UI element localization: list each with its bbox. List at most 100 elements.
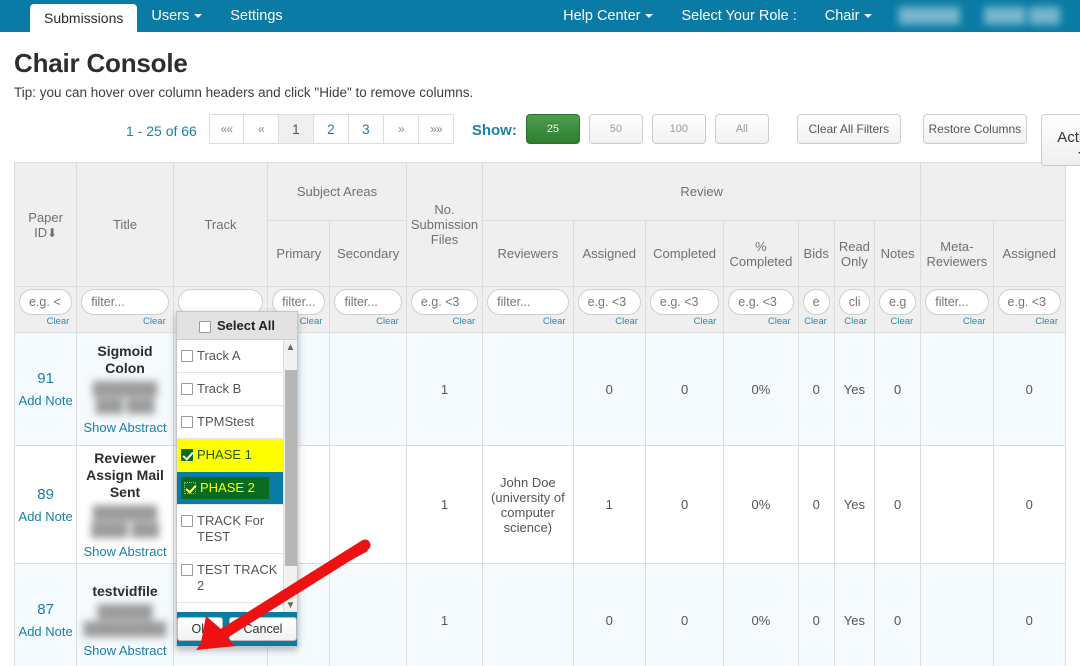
track-option-tpmstest[interactable]: TPMStest bbox=[177, 406, 283, 439]
col-completed[interactable]: Completed bbox=[644, 220, 725, 287]
track-option-test-track-2[interactable]: TEST TRACK 2 bbox=[177, 554, 283, 603]
checkbox-icon[interactable] bbox=[181, 416, 193, 428]
pager-next[interactable]: » bbox=[383, 114, 419, 144]
actions-button[interactable]: Actions bbox=[1040, 114, 1080, 166]
col-bids[interactable]: Bids bbox=[797, 220, 835, 287]
cell-notes[interactable]: 0 bbox=[873, 563, 922, 666]
cell-no-files[interactable]: 1 bbox=[405, 332, 484, 446]
cell-meta-assigned[interactable]: 0 bbox=[992, 445, 1067, 564]
scroll-down-arrow-icon[interactable]: ▼ bbox=[284, 598, 297, 612]
col-meta-reviewers[interactable]: Meta-Reviewers bbox=[920, 220, 994, 287]
table-row[interactable]: 87 Add Note testvidfile ██████ █████████… bbox=[13, 563, 1067, 666]
pager-last[interactable]: »» bbox=[418, 114, 454, 144]
nav-redacted-item-1[interactable]: ██████ bbox=[886, 0, 972, 32]
col-primary[interactable]: Primary bbox=[267, 220, 331, 287]
table-row[interactable]: 89 Add Note Reviewer Assign Mail Sent ██… bbox=[13, 445, 1067, 564]
col-group-subject-areas[interactable]: Subject Areas bbox=[267, 162, 407, 221]
page-size-100[interactable]: 100 bbox=[651, 114, 706, 144]
col-group-review[interactable]: Review bbox=[482, 162, 922, 221]
filter-clear-reviewers[interactable]: Clear bbox=[487, 316, 568, 327]
cell-meta-assigned[interactable]: 0 bbox=[992, 563, 1067, 666]
cell-no-files[interactable]: 1 bbox=[405, 445, 484, 564]
filter-clear-meta-assigned[interactable]: Clear bbox=[998, 316, 1061, 327]
select-all-row[interactable]: Select All bbox=[177, 312, 297, 340]
col-title[interactable]: Title bbox=[76, 162, 174, 287]
pager-prev[interactable]: « bbox=[243, 114, 279, 144]
filter-input-meta-assigned[interactable] bbox=[997, 289, 1061, 315]
filter-input-notes[interactable] bbox=[878, 289, 917, 315]
cell-notes[interactable]: 0 bbox=[873, 332, 922, 446]
filter-clear-assigned[interactable]: Clear bbox=[578, 316, 641, 327]
cell-read-only[interactable]: Yes bbox=[833, 563, 875, 666]
add-note-link[interactable]: Add Note bbox=[18, 624, 73, 639]
track-option-track-a[interactable]: Track A bbox=[177, 340, 283, 373]
col-paper-id[interactable]: Paper ID⬇ bbox=[13, 162, 78, 287]
col-notes[interactable]: Notes bbox=[873, 220, 922, 287]
pager-first[interactable]: «« bbox=[208, 114, 244, 144]
filter-input-reviewers[interactable] bbox=[487, 289, 569, 315]
nav-help-center[interactable]: Help Center bbox=[549, 0, 667, 32]
filter-input-assigned[interactable] bbox=[577, 289, 641, 315]
page-size-all[interactable]: All bbox=[714, 114, 769, 144]
page-size-50[interactable]: 50 bbox=[588, 114, 643, 144]
cell-read-only[interactable]: Yes bbox=[833, 445, 875, 564]
show-abstract-link[interactable]: Show Abstract bbox=[80, 420, 169, 435]
ok-button[interactable]: Ok bbox=[176, 617, 223, 641]
filter-clear-paper-id[interactable]: Clear bbox=[19, 316, 72, 327]
checkbox-checked-icon[interactable] bbox=[181, 449, 193, 461]
filter-input-title[interactable] bbox=[81, 289, 169, 315]
pager-page-2[interactable]: 2 bbox=[313, 114, 349, 144]
track-option-track-for-test[interactable]: TRACK For TEST bbox=[177, 505, 283, 554]
cell-notes[interactable]: 0 bbox=[873, 445, 922, 564]
cell-assigned[interactable]: 1 bbox=[572, 445, 646, 564]
add-note-link[interactable]: Add Note bbox=[18, 509, 73, 524]
nav-tab-settings[interactable]: Settings bbox=[216, 0, 296, 32]
cancel-button[interactable]: Cancel bbox=[228, 617, 298, 641]
track-option-phase-3[interactable]: Phase 3 bbox=[177, 603, 283, 612]
cell-assigned[interactable]: 0 bbox=[572, 332, 646, 446]
cell-no-files[interactable]: 1 bbox=[405, 563, 484, 666]
filter-clear-read-only[interactable]: Clear bbox=[839, 316, 870, 327]
table-row[interactable]: 91 Add Note Sigmoid Colon ███████ ███ ██… bbox=[13, 332, 1067, 446]
checkbox-icon[interactable] bbox=[181, 350, 193, 362]
submission-title[interactable]: Sigmoid Colon bbox=[80, 343, 169, 377]
filter-input-bids[interactable] bbox=[802, 289, 830, 315]
add-note-link[interactable]: Add Note bbox=[18, 393, 73, 408]
scrollbar-thumb[interactable] bbox=[285, 370, 297, 566]
col-pct-completed[interactable]: % Completed bbox=[723, 220, 799, 287]
checkbox-checked-icon[interactable] bbox=[184, 482, 196, 494]
col-meta-assigned[interactable]: Assigned bbox=[992, 220, 1067, 287]
checkbox-icon[interactable] bbox=[181, 515, 193, 527]
track-option-phase-1[interactable]: PHASE 1 bbox=[177, 439, 283, 472]
filter-clear-title[interactable]: Clear bbox=[81, 316, 168, 327]
track-option-phase-2[interactable]: PHASE 2 bbox=[177, 472, 283, 505]
select-all-checkbox[interactable] bbox=[198, 320, 211, 333]
filter-clear-pct-completed[interactable]: Clear bbox=[728, 316, 793, 327]
col-secondary[interactable]: Secondary bbox=[329, 220, 407, 287]
clear-all-filters-button[interactable]: Clear All Filters bbox=[796, 114, 901, 144]
col-group-meta[interactable] bbox=[920, 162, 1066, 221]
col-read-only[interactable]: Read Only bbox=[833, 220, 875, 287]
filter-clear-completed[interactable]: Clear bbox=[650, 316, 719, 327]
cell-meta-assigned[interactable]: 0 bbox=[992, 332, 1067, 446]
col-track[interactable]: Track bbox=[172, 162, 269, 287]
filter-clear-no-files[interactable]: Clear bbox=[411, 316, 478, 327]
filter-clear-notes[interactable]: Clear bbox=[879, 316, 916, 327]
pager-page-1[interactable]: 1 bbox=[278, 114, 314, 144]
paper-id-link[interactable]: 87 bbox=[18, 601, 73, 618]
col-no-submission-files[interactable]: No. Submission Files bbox=[405, 162, 484, 287]
filter-input-paper-id[interactable] bbox=[19, 289, 73, 315]
checkbox-icon[interactable] bbox=[181, 564, 193, 576]
page-size-25[interactable]: 25 bbox=[525, 114, 580, 144]
checkbox-icon[interactable] bbox=[181, 383, 193, 395]
submission-title[interactable]: testvidfile bbox=[80, 583, 169, 600]
dropdown-scrollbar[interactable]: ▲ ▼ bbox=[283, 340, 297, 612]
filter-clear-meta-reviewers[interactable]: Clear bbox=[925, 316, 988, 327]
filter-input-pct-completed[interactable] bbox=[728, 289, 794, 315]
nav-role-chair[interactable]: Chair bbox=[811, 0, 887, 32]
pager-page-3[interactable]: 3 bbox=[348, 114, 384, 144]
submission-title[interactable]: Reviewer Assign Mail Sent bbox=[80, 450, 169, 501]
col-reviewers[interactable]: Reviewers bbox=[482, 220, 574, 287]
restore-columns-button[interactable]: Restore Columns bbox=[922, 114, 1027, 144]
nav-tab-users[interactable]: Users bbox=[137, 0, 216, 32]
